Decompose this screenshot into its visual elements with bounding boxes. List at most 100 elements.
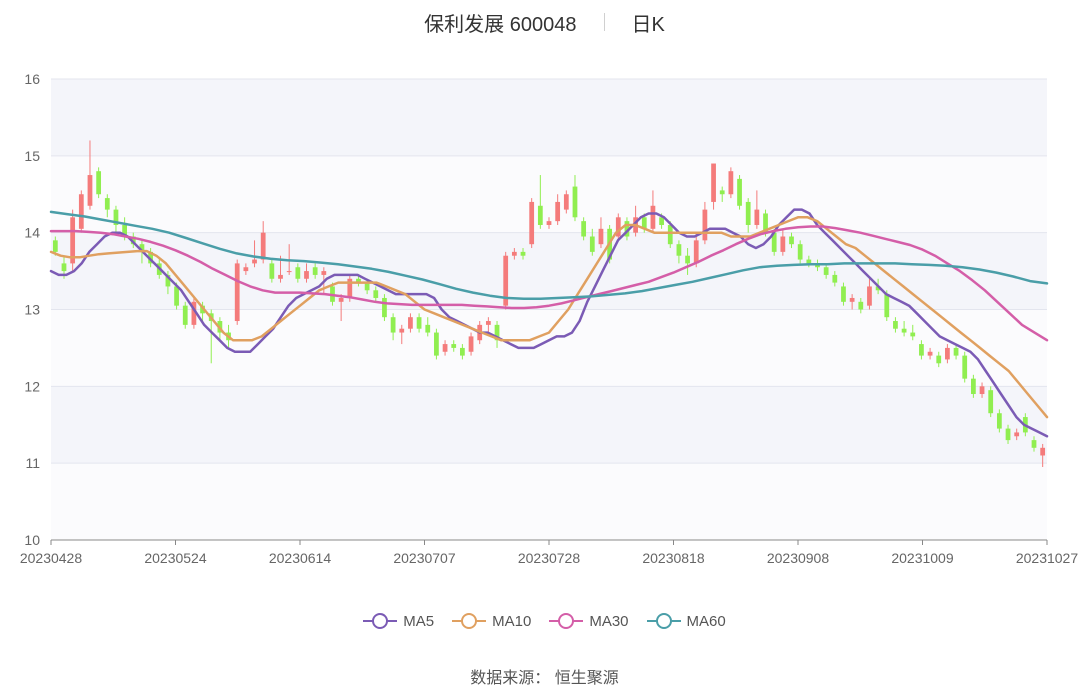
x-tick-label: 20230524 (144, 550, 207, 566)
candle-body (451, 344, 457, 348)
candle-body (104, 198, 110, 210)
candle-body (485, 321, 491, 325)
y-tick-label: 10 (24, 532, 40, 548)
legend-item-ma60[interactable]: MA60 (646, 612, 726, 630)
candle-body (460, 347, 465, 356)
y-tick-label: 13 (24, 302, 40, 318)
candle-body (988, 390, 994, 414)
candle-body (953, 347, 959, 356)
candle-body (919, 344, 924, 356)
legend-label: MA60 (686, 612, 726, 630)
legend-item-ma30[interactable]: MA30 (549, 612, 629, 630)
candle-body (745, 201, 751, 225)
candle-body (849, 297, 855, 302)
candle-body (382, 297, 387, 318)
y-tick-label: 16 (24, 71, 40, 87)
candle-body (832, 274, 838, 283)
x-tick-label: 20230908 (767, 550, 830, 566)
candle-body (174, 286, 179, 306)
candle-body (823, 267, 829, 275)
candle-body (841, 286, 846, 302)
candle-body (1005, 428, 1011, 441)
candle-body (936, 355, 942, 364)
y-tick-label: 11 (25, 455, 40, 471)
legend-swatch-icon (646, 612, 681, 630)
candle-body (979, 386, 985, 395)
x-axis: 20230428 20230524 20230614 20230707 20230728… (20, 539, 1078, 566)
candle-body (529, 201, 535, 245)
candle-body (61, 263, 67, 272)
candle-body (52, 240, 58, 252)
candle-body (511, 251, 517, 256)
candle-body (676, 244, 682, 256)
candle-body (893, 321, 898, 329)
candle-body (667, 224, 673, 245)
y-axis: 10 11 12 13 14 15 16 (24, 71, 40, 548)
candle-body (87, 175, 93, 206)
candle-body (598, 228, 604, 245)
legend-item-ma10[interactable]: MA10 (452, 612, 531, 630)
legend-swatch-icon (452, 612, 487, 630)
candle-body (1014, 432, 1020, 437)
candle-body (269, 263, 275, 279)
legend-label: MA30 (589, 612, 629, 630)
y-tick-label: 12 (24, 378, 40, 394)
candle-body (182, 305, 188, 325)
candle-body (693, 240, 699, 264)
candle-body (589, 236, 595, 252)
candle-body (962, 355, 968, 379)
candle-body (278, 274, 283, 279)
candle-body (650, 205, 656, 229)
candle-body (737, 178, 742, 206)
candle-body (1040, 447, 1046, 456)
candle-body (927, 351, 933, 356)
candle-body (434, 332, 439, 356)
candle-body (408, 317, 413, 329)
x-tick-label: 20230707 (393, 550, 456, 566)
candle-body (520, 251, 526, 256)
legend-item-ma5[interactable]: MA5 (363, 612, 434, 630)
candle-body (806, 259, 812, 264)
candle-body (754, 209, 760, 225)
candle-body (797, 244, 803, 260)
x-tick-label: 20230728 (518, 550, 581, 566)
candle-body (572, 186, 578, 218)
legend: MA5 MA10 MA30 MA60 (0, 612, 1089, 630)
candle-body (260, 232, 266, 260)
candle-body (243, 267, 249, 272)
candle-body (884, 294, 890, 318)
candle-body (901, 328, 907, 333)
candle-body (442, 344, 448, 352)
candle-body (234, 263, 240, 322)
legend-swatch-icon (363, 612, 398, 630)
candle-body (685, 255, 690, 264)
candle-body (373, 290, 379, 298)
candle-body (96, 171, 102, 195)
candle-body (321, 271, 327, 275)
legend-label: MA5 (403, 612, 435, 630)
candle-body (702, 209, 708, 241)
candle-body (581, 221, 587, 237)
y-tick-label: 15 (24, 148, 40, 164)
candle-body (711, 163, 716, 202)
candlestick-chart[interactable]: 10111213141516 20230428 20230524 20230614 2… (0, 0, 1089, 689)
candle-body (858, 301, 864, 310)
y-tick-label: 14 (24, 225, 40, 241)
candle-body (867, 286, 872, 306)
candle-body (78, 194, 84, 229)
candle-body (546, 221, 552, 225)
candle-body (789, 236, 794, 245)
candle-body (910, 332, 916, 337)
candle-body (425, 324, 431, 333)
candle-body (338, 297, 344, 302)
data-source: 数据来源： 恒生聚源 (470, 670, 619, 687)
candle-body (555, 201, 561, 222)
candle-body (399, 328, 405, 333)
candle-body (780, 236, 786, 252)
candle-body (563, 194, 569, 210)
candle-body (304, 271, 309, 279)
candle-body (416, 317, 422, 329)
legend-label: MA10 (492, 612, 532, 630)
candle-body (468, 336, 474, 352)
band (51, 463, 1047, 540)
